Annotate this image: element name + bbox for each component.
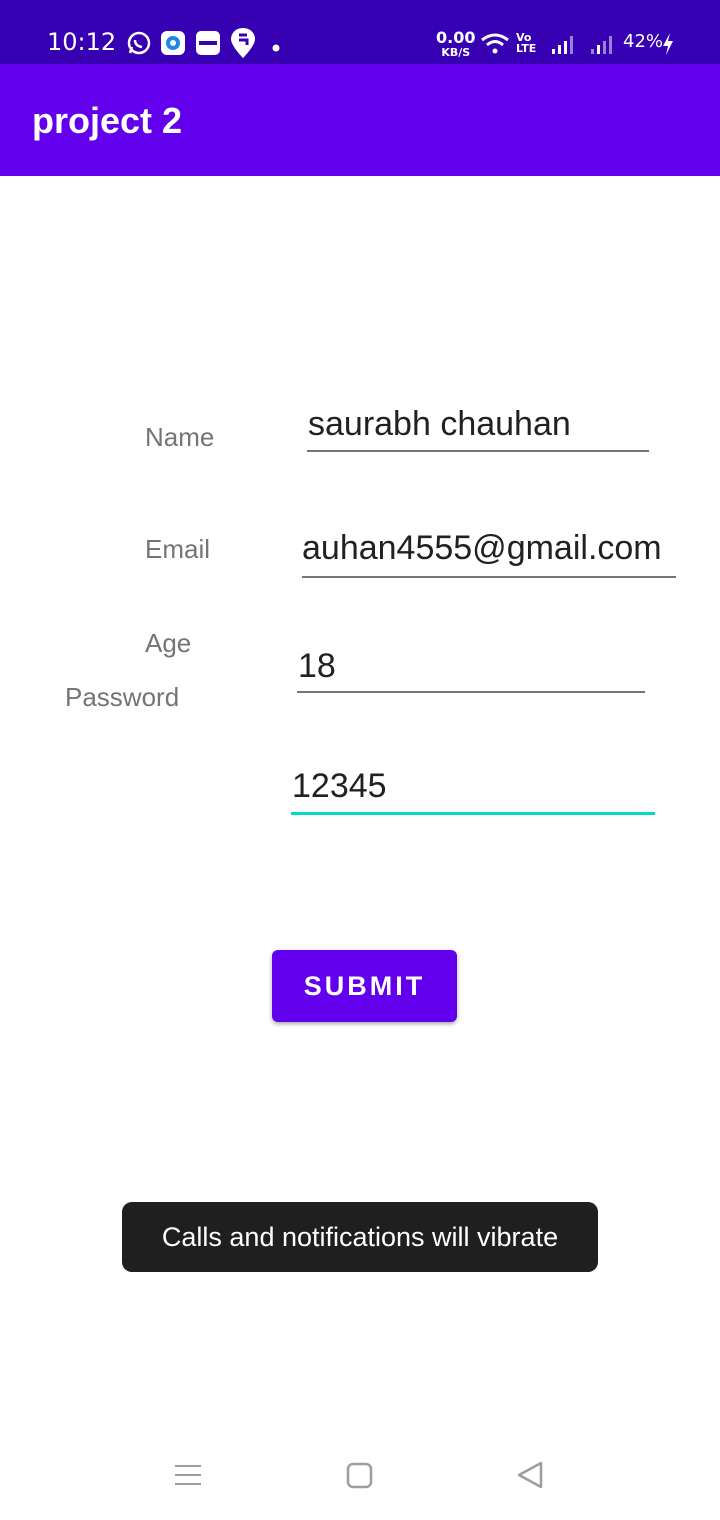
net-speed: 0.00 KB/S xyxy=(436,28,476,60)
email-field-underline xyxy=(302,576,676,578)
password-label: Password xyxy=(65,682,180,712)
app-title: project 2 xyxy=(32,100,183,141)
email-field[interactable]: auhan4555@gmail.com xyxy=(302,529,676,568)
dot-icon xyxy=(272,39,280,57)
cell-signal-2-icon xyxy=(590,34,616,61)
menu-icon[interactable] xyxy=(174,1460,202,1495)
age-field-underline xyxy=(297,691,645,693)
net-speed-unit: KB/S xyxy=(441,46,471,59)
battery-level: 42% xyxy=(623,31,664,52)
paytm-icon xyxy=(195,30,221,61)
name-field-underline xyxy=(307,450,649,452)
status-bar: 10:12 0.00 KB/S Vo LTE 42% xyxy=(0,0,720,64)
password-field-underline xyxy=(291,812,655,815)
age-field[interactable]: 18 xyxy=(298,647,644,686)
age-label: Age xyxy=(145,628,192,658)
back-icon[interactable] xyxy=(515,1460,545,1495)
volte-indicator: Vo LTE xyxy=(516,31,537,55)
swiggy-icon xyxy=(230,26,256,65)
battery-charging-icon xyxy=(661,32,675,61)
name-label: Name xyxy=(145,422,215,452)
password-field[interactable]: 12345 xyxy=(292,767,654,806)
email-label: Email xyxy=(145,534,211,564)
whatsapp-icon xyxy=(126,30,152,61)
cell-signal-icon xyxy=(551,34,577,61)
signal-app-icon xyxy=(160,30,186,61)
name-field[interactable]: saurabh chauhan xyxy=(308,405,649,444)
submit-button[interactable]: SUBMIT xyxy=(272,950,457,1022)
home-icon[interactable] xyxy=(346,1460,374,1495)
net-speed-value: 0.00 xyxy=(436,28,476,47)
toast-message: Calls and notifications will vibrate xyxy=(122,1202,598,1272)
wifi-icon xyxy=(480,32,510,61)
status-time: 10:12 xyxy=(47,28,117,56)
